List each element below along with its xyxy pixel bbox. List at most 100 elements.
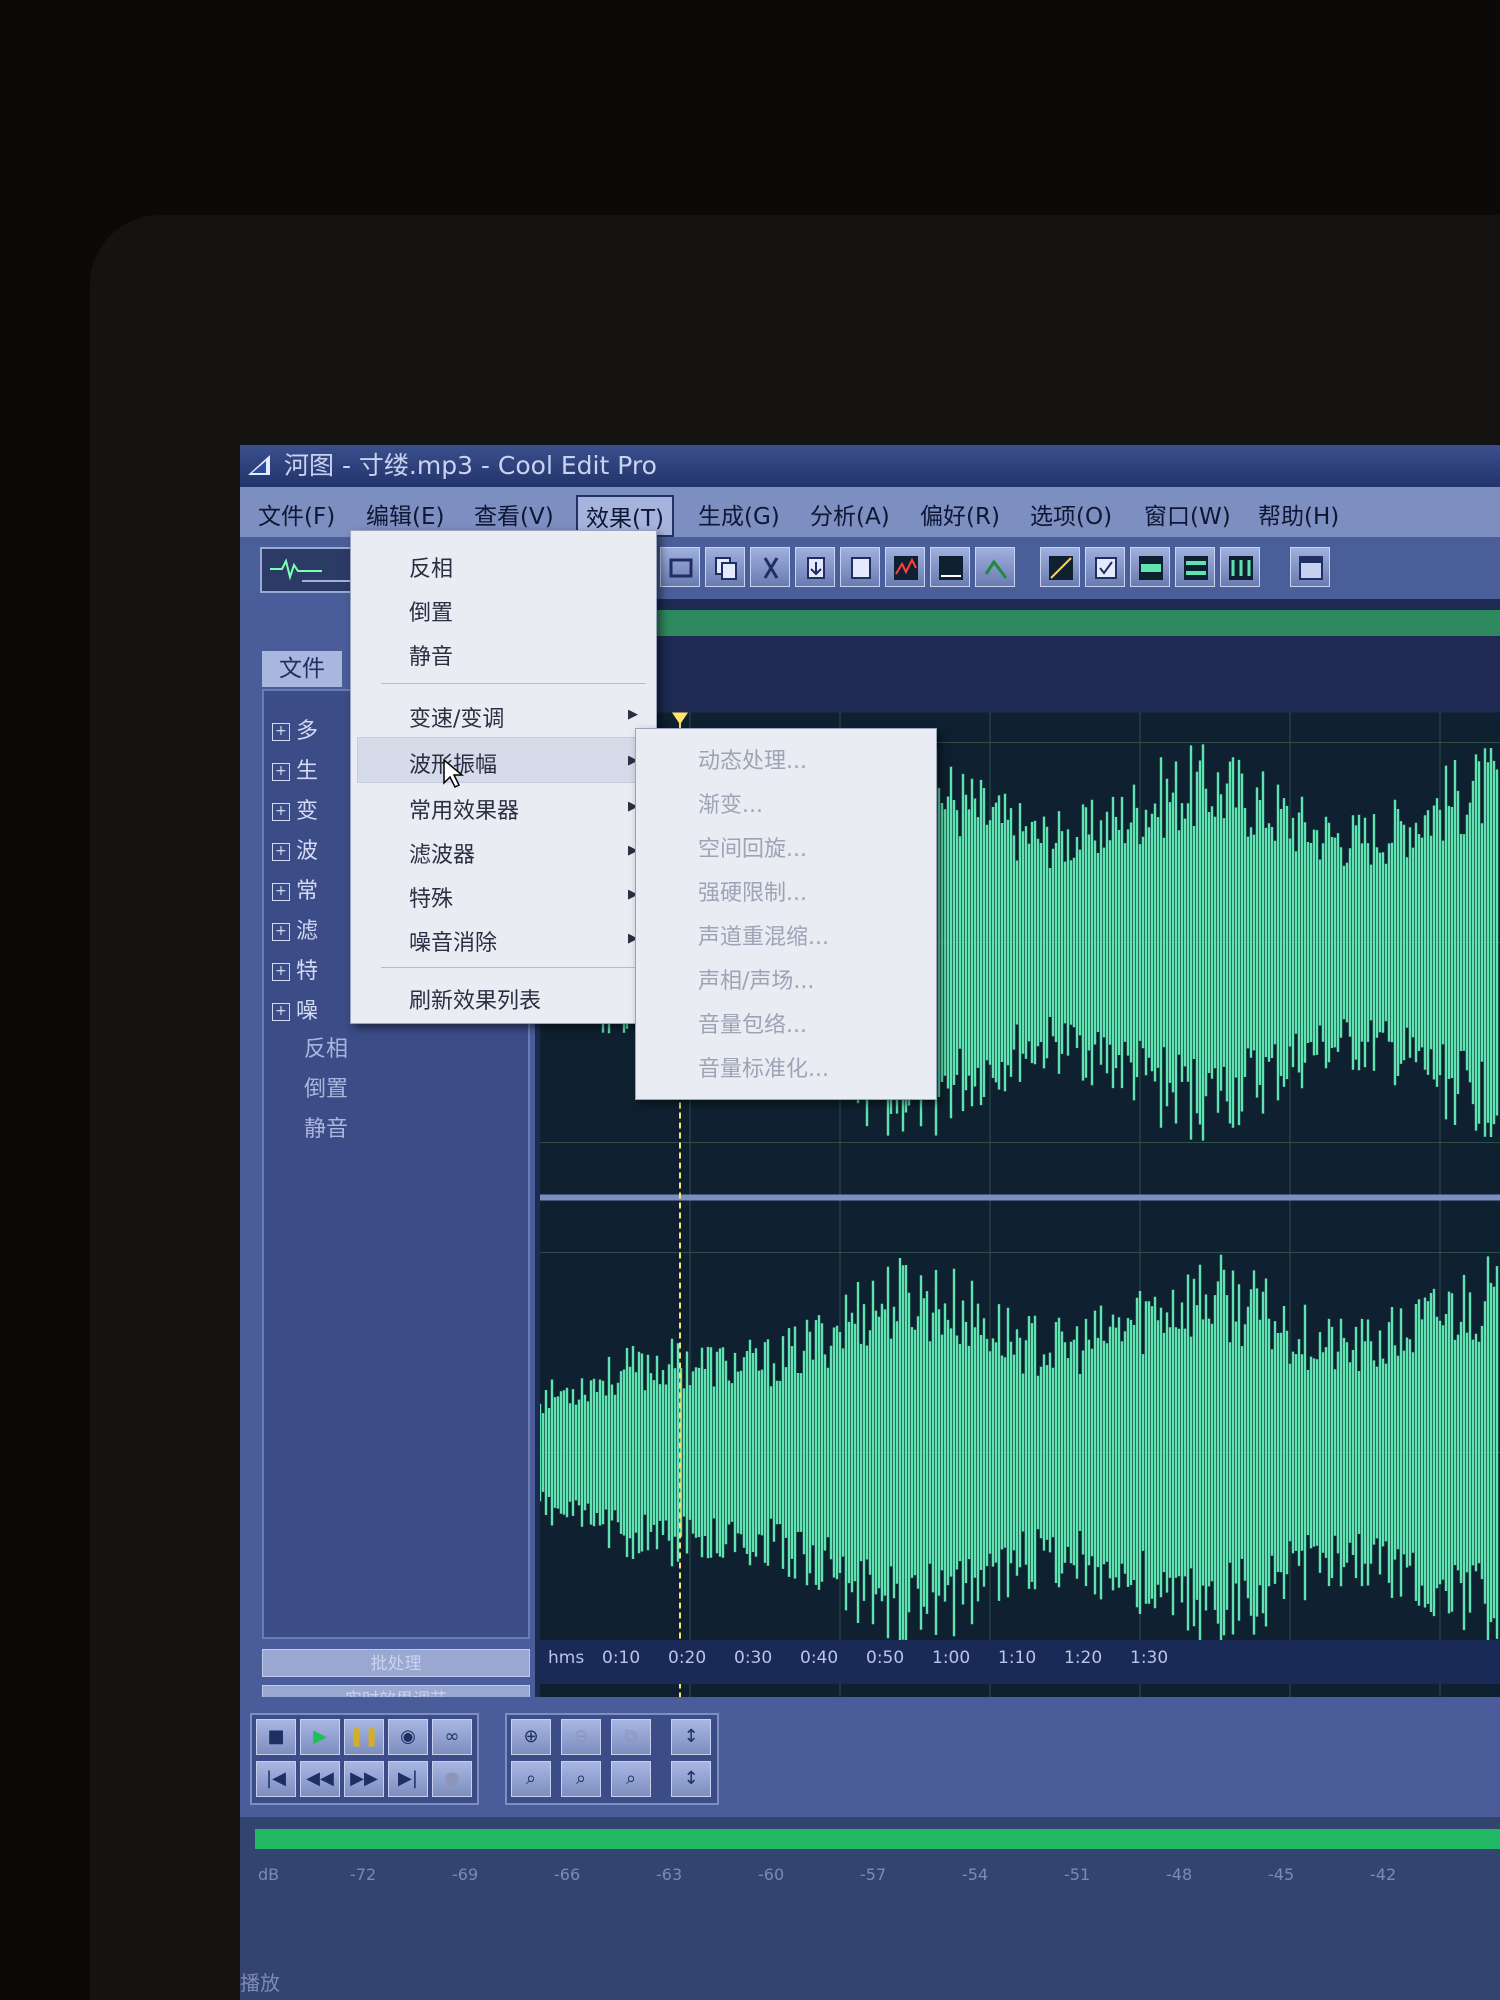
expand-icon[interactable]: + (272, 963, 290, 981)
submenu-item-envelope[interactable]: 音量包络... (698, 1007, 807, 1039)
stop-icon: ■ (267, 1726, 285, 1747)
menu-separator (381, 967, 646, 968)
zoom-right-button[interactable]: ⌕ (561, 1761, 601, 1797)
submenu-item-hard-limit[interactable]: 强硬限制... (698, 875, 807, 907)
envelope-icon (984, 559, 1008, 579)
zoom-in-button[interactable]: ⊕ (511, 1719, 551, 1755)
tree-leaf-invert[interactable]: 反相 (304, 1031, 348, 1063)
expand-icon[interactable]: + (272, 923, 290, 941)
submenu-item-channel-mixer[interactable]: 声道重混缩... (698, 919, 829, 951)
frequency-analysis-button[interactable] (885, 547, 925, 587)
tree-group[interactable]: + 滤 (272, 913, 318, 944)
submenu-item-fade[interactable]: 渐变... (698, 787, 763, 819)
spectrum-icon (894, 556, 918, 580)
zoom-selection-button[interactable]: ⌕ (611, 1761, 651, 1797)
menu-help[interactable]: 帮助(H) (1250, 495, 1347, 533)
tree-group[interactable]: + 特 (272, 953, 318, 984)
menu-item-noise-reduction[interactable]: 噪音消除 (409, 925, 497, 957)
window-toggle-button[interactable] (1290, 547, 1330, 587)
play-button[interactable]: ▶ (300, 1719, 340, 1755)
waveform-view-button[interactable] (1130, 547, 1170, 587)
submenu-item-normalize[interactable]: 音量标准化... (698, 1051, 829, 1083)
menu-item-invert[interactable]: 反相 (409, 551, 453, 583)
menu-favorites[interactable]: 偏好(R) (912, 495, 1008, 533)
record-button[interactable]: ● (432, 1761, 472, 1797)
menu-analyze[interactable]: 分析(A) (802, 495, 898, 533)
menu-edit[interactable]: 编辑(E) (358, 495, 452, 533)
stereo-view-button[interactable] (1175, 547, 1215, 587)
copy-button[interactable] (705, 547, 745, 587)
paste-icon (807, 557, 825, 579)
snap-button[interactable] (1085, 547, 1125, 587)
tree-leaf-silence[interactable]: 静音 (304, 1111, 348, 1143)
expand-icon[interactable]: + (272, 883, 290, 901)
menu-window[interactable]: 窗口(W) (1136, 495, 1239, 533)
pause-icon: ❚❚ (348, 1726, 380, 1747)
expand-icon[interactable]: + (272, 843, 290, 861)
expand-icon[interactable]: + (272, 1003, 290, 1021)
zoom-out-button[interactable]: ⊖ (561, 1719, 601, 1755)
zoom-in-vertical-button[interactable]: ↕ (671, 1719, 711, 1755)
status-text: 播放 (240, 1971, 280, 1995)
batch-button[interactable]: 批处理 (262, 1649, 530, 1677)
channel-view-icon (1229, 556, 1253, 580)
submenu-item-dynamics[interactable]: 动态处理... (698, 743, 807, 775)
submenu-item-pan[interactable]: 声相/声场... (698, 963, 814, 995)
menu-file[interactable]: 文件(F) (250, 495, 343, 533)
zoom-controls: ⊕ ⊖ ⧉ ↕ ⌕ ⌕ ⌕ ↕ (505, 1713, 719, 1805)
time-ruler[interactable]: hms 0:10 0:20 0:30 0:40 0:50 1:00 1:10 1… (540, 1640, 1500, 1684)
menu-generate[interactable]: 生成(G) (690, 495, 788, 533)
submenu-item-spatial[interactable]: 空间回旋... (698, 831, 807, 863)
menu-view[interactable]: 查看(V) (466, 495, 562, 533)
tree-group[interactable]: + 波 (272, 833, 318, 864)
go-to-end-button[interactable]: ▶| (388, 1761, 428, 1797)
ruler-tick: 1:30 (1130, 1648, 1169, 1668)
submenu-arrow-icon: ▶ (628, 707, 638, 722)
loop-button[interactable]: ∞ (432, 1719, 472, 1755)
spectral-view-button[interactable] (930, 547, 970, 587)
rewind-button[interactable]: ◀◀ (300, 1761, 340, 1797)
expand-icon[interactable]: + (272, 803, 290, 821)
go-to-start-button[interactable]: |◀ (256, 1761, 296, 1797)
expand-icon[interactable]: + (272, 723, 290, 741)
cut-clip-button[interactable] (750, 547, 790, 587)
view-spectral-button[interactable] (1040, 547, 1080, 587)
tree-group[interactable]: + 噪 (272, 993, 318, 1024)
menu-options[interactable]: 选项(O) (1022, 495, 1120, 533)
zoom-out-icon: ⊖ (573, 1726, 589, 1747)
zoom-left-button[interactable]: ⌕ (511, 1761, 551, 1797)
tree-group[interactable]: + 变 (272, 793, 318, 824)
pause-button[interactable]: ❚❚ (344, 1719, 384, 1755)
menu-highlight (357, 737, 650, 783)
menu-item-silence[interactable]: 静音 (409, 639, 453, 671)
multitrack-toggle-button[interactable] (260, 547, 364, 593)
play-to-end-button[interactable]: ◉ (388, 1719, 428, 1755)
envelope-button[interactable] (975, 547, 1015, 587)
fast-forward-button[interactable]: ▶▶ (344, 1761, 384, 1797)
paste-button[interactable] (795, 547, 835, 587)
overview-bar[interactable] (540, 610, 1500, 636)
expand-icon[interactable]: + (272, 763, 290, 781)
record-icon: ● (444, 1768, 460, 1789)
trim-button[interactable] (660, 547, 700, 587)
menu-item-special[interactable]: 特殊 (409, 881, 453, 913)
zoom-vertical-in-icon: ↕ (683, 1726, 699, 1747)
stop-button[interactable]: ■ (256, 1719, 296, 1755)
ruler-tick: 0:20 (668, 1648, 707, 1668)
mix-paste-button[interactable] (840, 547, 880, 587)
menu-item-refresh-effects[interactable]: 刷新效果列表 (409, 983, 541, 1015)
menu-item-time-pitch[interactable]: 变速/变调 (409, 701, 504, 733)
zoom-out-vertical-button[interactable]: ↕ (671, 1761, 711, 1797)
trim-icon (669, 558, 693, 578)
tree-group[interactable]: + 多 (272, 713, 318, 744)
tree-group[interactable]: + 常 (272, 873, 318, 904)
tree-leaf-reverse[interactable]: 倒置 (304, 1071, 348, 1103)
zoom-full-button[interactable]: ⧉ (611, 1719, 651, 1755)
menu-item-filters[interactable]: 滤波器 (409, 837, 475, 869)
channel-view-button[interactable] (1220, 547, 1260, 587)
menu-item-reverse[interactable]: 倒置 (409, 595, 453, 627)
menu-item-common-effects[interactable]: 常用效果器 (409, 793, 519, 825)
tab-files[interactable]: 文件 (262, 651, 342, 687)
tree-group[interactable]: + 生 (272, 753, 318, 784)
ruler-tick: 1:10 (998, 1648, 1037, 1668)
